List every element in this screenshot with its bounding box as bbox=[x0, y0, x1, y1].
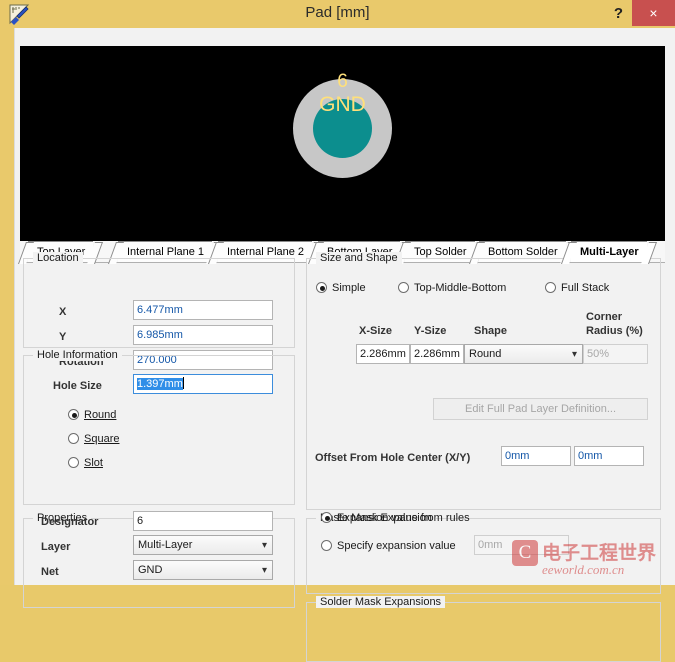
chevron-down-icon: ▾ bbox=[261, 540, 267, 551]
location-group-title: Location bbox=[33, 252, 83, 264]
edit-full-pad-layer-definition-button: Edit Full Pad Layer Definition... bbox=[433, 398, 648, 420]
hole-size-label: Hole Size bbox=[53, 380, 102, 392]
radio-dot-icon bbox=[316, 282, 327, 293]
paste-mask-specify-input: 0mm bbox=[474, 535, 569, 555]
radio-dot-icon bbox=[321, 540, 332, 551]
y-size-column-header: Y-Size bbox=[414, 325, 447, 337]
pad-net-label: GND bbox=[319, 93, 366, 116]
hole-shape-slot-radio[interactable]: Slot bbox=[68, 457, 103, 469]
dialog-body: 6 GND Top Layer Internal Plane 1 Interna… bbox=[14, 28, 675, 662]
radio-dot-icon bbox=[68, 457, 79, 468]
x-size-input[interactable]: 2.286mm bbox=[356, 344, 410, 364]
offset-y-input[interactable]: 0mm bbox=[574, 446, 644, 466]
hole-shape-round-radio[interactable]: Round bbox=[68, 409, 116, 421]
paste-mask-expansion-group: Paste Mask Expansion bbox=[306, 512, 661, 594]
radio-dot-icon bbox=[398, 282, 409, 293]
pad-preview: 6 GND bbox=[20, 46, 665, 241]
net-label: Net bbox=[41, 566, 59, 578]
solder-mask-expansions-group-title: Solder Mask Expansions bbox=[316, 596, 446, 608]
net-select-value: GND bbox=[138, 564, 163, 576]
radio-dot-icon bbox=[68, 433, 79, 444]
hole-shape-square-radio[interactable]: Square bbox=[68, 433, 119, 445]
corner-radius-input: 50% bbox=[583, 344, 648, 364]
y-label: Y bbox=[59, 331, 67, 343]
y-input[interactable]: 6.985mm bbox=[133, 325, 273, 345]
paste-mask-specify-radio[interactable]: Specify expansion value bbox=[321, 540, 456, 552]
stack-mode-simple-label: Simple bbox=[332, 282, 366, 294]
layer-select-value: Multi-Layer bbox=[138, 539, 193, 551]
hole-information-group-title: Hole Information bbox=[33, 349, 122, 361]
layer-label: Layer bbox=[41, 541, 71, 553]
radio-dot-icon bbox=[68, 409, 79, 420]
pad-outer-ring: 6 GND bbox=[293, 71, 392, 178]
x-size-column-header: X-Size bbox=[359, 325, 393, 337]
shape-column-header: Shape bbox=[474, 325, 508, 337]
hole-shape-square-label: Square bbox=[84, 433, 120, 445]
dialog-frame-left bbox=[0, 28, 14, 585]
x-input[interactable]: 6.477mm bbox=[133, 300, 273, 320]
y-size-input[interactable]: 2.286mm bbox=[410, 344, 464, 364]
paste-mask-from-rules-label: Expansion value from rules bbox=[337, 512, 470, 524]
offset-x-input[interactable]: 0mm bbox=[501, 446, 571, 466]
chevron-down-icon: ▾ bbox=[571, 349, 577, 360]
hole-size-selected-text: 1.397mm bbox=[137, 378, 183, 390]
window-title: Pad [mm] bbox=[305, 4, 370, 21]
stack-mode-full-stack-radio[interactable]: Full Stack bbox=[545, 282, 609, 294]
hole-shape-round-label: Round bbox=[84, 409, 117, 421]
shape-select[interactable]: Round ▾ bbox=[464, 344, 583, 364]
stack-mode-simple-radio[interactable]: Simple bbox=[316, 282, 366, 294]
solder-mask-expansions-group: Solder Mask Expansions bbox=[306, 596, 661, 662]
radio-dot-icon bbox=[321, 512, 332, 523]
designator-input[interactable]: 6 bbox=[133, 511, 273, 531]
corner-radius-column-header-line2: Radius (%) bbox=[586, 325, 643, 337]
layer-select[interactable]: Multi-Layer ▾ bbox=[133, 535, 273, 555]
hole-shape-slot-label: Slot bbox=[84, 457, 103, 469]
radio-dot-icon bbox=[545, 282, 556, 293]
close-button[interactable]: × bbox=[632, 0, 675, 26]
chevron-down-icon: ▾ bbox=[261, 565, 267, 576]
paste-mask-specify-label: Specify expansion value bbox=[337, 540, 456, 552]
corner-radius-column-header-line1: Corner bbox=[586, 311, 623, 323]
x-label: X bbox=[59, 306, 67, 318]
designator-label: Designator bbox=[41, 516, 99, 528]
size-and-shape-group: Size and Shape bbox=[306, 252, 661, 510]
stack-mode-tmb-radio[interactable]: Top-Middle-Bottom bbox=[398, 282, 506, 294]
tab-multi-layer[interactable]: Multi-Layer bbox=[571, 241, 647, 262]
pad-designator-label: 6 bbox=[337, 71, 348, 92]
stack-mode-full-stack-label: Full Stack bbox=[561, 282, 610, 294]
shape-select-value: Round bbox=[469, 348, 502, 360]
paste-mask-from-rules-radio[interactable]: Expansion value from rules bbox=[321, 512, 470, 524]
help-button[interactable]: ? bbox=[605, 0, 632, 28]
net-select[interactable]: GND ▾ bbox=[133, 560, 273, 580]
text-caret bbox=[182, 377, 184, 389]
size-and-shape-group-title: Size and Shape bbox=[316, 252, 402, 264]
offset-from-hole-center-label: Offset From Hole Center (X/Y) bbox=[315, 452, 471, 464]
window-titlebar: Pad [mm] ? × bbox=[0, 0, 675, 28]
stack-mode-tmb-label: Top-Middle-Bottom bbox=[414, 282, 507, 294]
hole-size-input[interactable]: 1.397mm bbox=[133, 374, 273, 394]
